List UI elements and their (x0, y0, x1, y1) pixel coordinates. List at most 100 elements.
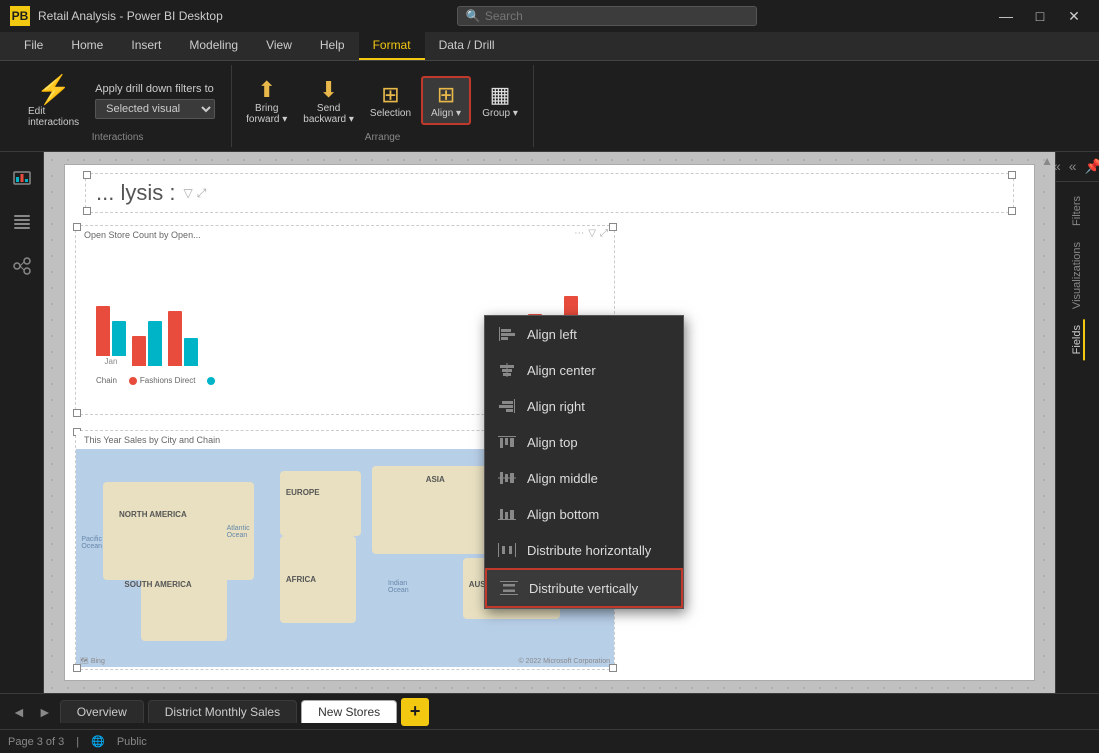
legend-chain-label: Chain (96, 376, 117, 385)
chart-actions: ⋯ ▽ ⤢ (574, 228, 608, 239)
report-title: ... lysis : (86, 180, 175, 206)
visualizations-tab[interactable]: Visualizations (1071, 236, 1085, 315)
align-top-item[interactable]: Align top (485, 424, 683, 460)
arrange-group-label: Arrange (240, 132, 525, 143)
maximize-button[interactable]: □ (1025, 6, 1055, 26)
map-africa-label: AFRICA (286, 575, 316, 584)
scroll-up-btn[interactable]: ▲ (1041, 154, 1053, 168)
minimize-button[interactable]: — (991, 6, 1021, 26)
resize-handle-map-bl (73, 664, 81, 672)
tab-modeling[interactable]: Modeling (175, 32, 252, 60)
drill-filters-select[interactable]: Selected visual (95, 99, 215, 119)
bar-label-jan: Jan (105, 357, 118, 366)
align-middle-item[interactable]: Align middle (485, 460, 683, 496)
interactions-top: ⚡ Editinteractions Apply drill down filt… (20, 69, 215, 132)
tab-new-stores[interactable]: New Stores (301, 700, 397, 723)
nav-data[interactable] (4, 204, 40, 240)
indian-ocean-label: IndianOcean (388, 580, 409, 594)
distribute-horizontally-icon (497, 540, 517, 560)
bring-forward-button[interactable]: ⬆ Bringforward ▾ (240, 73, 293, 129)
tab-home[interactable]: Home (57, 32, 117, 60)
search-box[interactable]: 🔍 (457, 6, 757, 26)
tab-view[interactable]: View (252, 32, 306, 60)
next-page-btn[interactable]: ► (34, 702, 56, 722)
filters-tab[interactable]: Filters (1071, 190, 1085, 232)
align-right-item[interactable]: Align right (485, 388, 683, 424)
align-bottom-label: Align bottom (527, 507, 599, 522)
tab-insert[interactable]: Insert (117, 32, 175, 60)
bar-2-red (132, 336, 146, 366)
title-bar-left: PB Retail Analysis - Power BI Desktop (10, 6, 223, 26)
map-europe-label: EUROPE (286, 488, 320, 497)
bring-forward-label: Bringforward ▾ (246, 103, 287, 125)
pin-btn[interactable]: 📌 (1081, 156, 1099, 177)
nav-report[interactable] (4, 160, 40, 196)
prev-page-btn[interactable]: ◄ (8, 702, 30, 722)
window-controls: — □ ✕ (991, 6, 1089, 26)
edit-interactions-button[interactable]: ⚡ Editinteractions (20, 69, 87, 132)
resize-handle-chart-bl (73, 409, 81, 417)
align-left-icon (497, 324, 517, 344)
group-button[interactable]: ▦ Group ▾ (475, 78, 525, 123)
resize-handle-bl (83, 207, 91, 215)
selection-button[interactable]: ⊞ Selection (364, 78, 417, 123)
group-label: Group ▾ (482, 108, 518, 119)
map-sa-label: SOUTH AMERICA (124, 580, 191, 589)
page-info: Page 3 of 3 (8, 736, 64, 748)
collapse-btn[interactable]: « (1065, 156, 1081, 177)
ribbon-tabs: File Home Insert Modeling View Help Form… (0, 32, 1099, 61)
send-backward-label: Sendbackward ▾ (303, 103, 354, 125)
interactions-group: ⚡ Editinteractions Apply drill down filt… (8, 65, 232, 147)
visibility-label: Public (117, 736, 147, 748)
fields-tab[interactable]: Fields (1071, 319, 1085, 360)
tab-district-monthly-sales[interactable]: District Monthly Sales (148, 700, 297, 723)
main-area: ... lysis : ▽ ⤢ Open Store Count by Open… (0, 152, 1099, 693)
align-middle-label: Align middle (527, 471, 598, 486)
align-button[interactable]: ⊞ Align ▾ (421, 76, 471, 125)
send-backward-button[interactable]: ⬇ Sendbackward ▾ (297, 73, 360, 129)
align-bottom-item[interactable]: Align bottom (485, 496, 683, 532)
nav-model[interactable] (4, 248, 40, 284)
add-page-button[interactable]: + (401, 698, 429, 726)
align-middle-icon (497, 468, 517, 488)
tab-data-drill[interactable]: Data / Drill (425, 32, 509, 60)
tab-format[interactable]: Format (359, 32, 425, 60)
drill-filters: Apply drill down filters to Selected vis… (95, 83, 215, 119)
search-input[interactable] (485, 9, 748, 23)
align-label: Align ▾ (431, 108, 461, 119)
distribute-vertically-item[interactable]: Distribute vertically (485, 568, 683, 608)
selection-icon: ⊞ (381, 82, 399, 108)
pacific-ocean-label: PacificOcean (81, 536, 102, 550)
align-center-icon (497, 360, 517, 380)
title-bar: PB Retail Analysis - Power BI Desktop 🔍 … (0, 0, 1099, 32)
right-panel-collapse-buttons: « « 📌 (1056, 152, 1099, 182)
align-center-item[interactable]: Align center (485, 352, 683, 388)
app-title: Retail Analysis - Power BI Desktop (38, 9, 223, 23)
bing-maps-credit: 🗺 Bing (80, 657, 105, 665)
close-button[interactable]: ✕ (1059, 6, 1089, 26)
tab-overview[interactable]: Overview (60, 700, 144, 723)
ribbon-content: ⚡ Editinteractions Apply drill down filt… (0, 61, 1099, 152)
edit-interactions-label: Editinteractions (28, 106, 79, 128)
align-bottom-icon (497, 504, 517, 524)
search-icon: 🔍 (466, 9, 481, 23)
bar-jan-red (96, 306, 110, 356)
bar-3-teal (184, 338, 198, 366)
powerbi-icon: PB (10, 6, 30, 26)
align-left-item[interactable]: Align left (485, 316, 683, 352)
legend-fashions: Fashions Direct (129, 376, 196, 385)
filter-icon-title: ▽ (183, 186, 192, 200)
distribute-horizontally-item[interactable]: Distribute horizontally (485, 532, 683, 568)
group-icon: ▦ (490, 82, 511, 108)
bar-3-red (168, 311, 182, 366)
canvas-area: ... lysis : ▽ ⤢ Open Store Count by Open… (44, 152, 1055, 693)
right-panel: « « 📌 Filters Visualizations Fields (1055, 152, 1099, 693)
expand-icon-title: ⤢ (197, 186, 207, 201)
map-asia-label: ASIA (426, 475, 445, 484)
legend-fashions-label: Fashions Direct (140, 376, 196, 385)
tab-file[interactable]: File (10, 32, 57, 60)
map-south-america (141, 558, 227, 641)
align-right-label: Align right (527, 399, 585, 414)
edit-interactions-icon: ⚡ (36, 73, 71, 106)
tab-help[interactable]: Help (306, 32, 359, 60)
